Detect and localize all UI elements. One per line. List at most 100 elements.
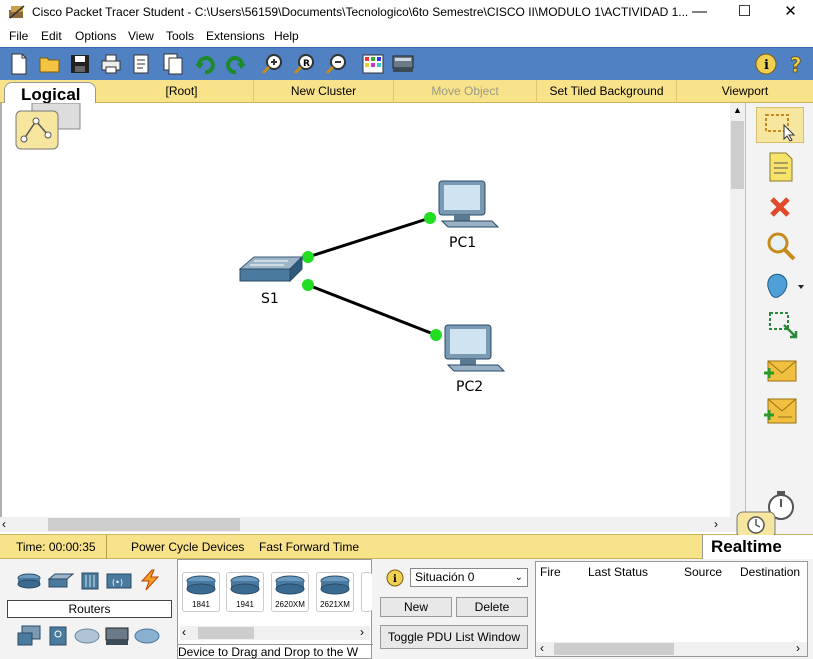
svg-text:?: ? [790, 53, 802, 76]
column-source[interactable]: Source [684, 565, 722, 579]
horizontal-scroll-thumb[interactable] [48, 518, 240, 531]
menu-options[interactable]: Options [75, 29, 116, 43]
zoom-reset-icon[interactable]: R [292, 52, 316, 76]
scenario-info-icon[interactable]: i [386, 569, 404, 587]
link-s1-pc2[interactable] [307, 283, 437, 337]
pdu-scroll-left-arrow[interactable]: ‹ [540, 642, 544, 655]
root-cluster-button[interactable]: [Root] [110, 80, 253, 103]
help-icon[interactable]: ? [785, 52, 809, 76]
zoom-in-icon[interactable] [260, 52, 284, 76]
port-light-s1-pc2 [302, 279, 314, 291]
resize-icon[interactable] [756, 307, 804, 343]
realtime-mode-tab[interactable]: Realtime [702, 535, 813, 559]
hubs-category-icon[interactable] [80, 571, 100, 591]
device-label-s1: S1 [261, 291, 279, 307]
new-icon[interactable] [7, 52, 31, 76]
svg-text:i: i [393, 574, 397, 585]
activity-wizard-icon[interactable] [130, 52, 154, 76]
device-scroll-thumb[interactable] [198, 627, 254, 639]
toggle-pdu-list-button[interactable]: Toggle PDU List Window [380, 625, 528, 649]
device-model-2620xm[interactable]: 2620XM [271, 572, 309, 612]
link-s1-pc1[interactable] [307, 216, 431, 259]
wan-emulation-category-icon[interactable] [74, 627, 100, 645]
device-drag-hint: Device to Drag and Drop to the W [178, 644, 373, 659]
scroll-right-arrow[interactable]: › [714, 517, 729, 532]
scenario-select[interactable]: Situación 0 ⌄ [410, 568, 528, 587]
vertical-scroll-thumb[interactable] [731, 121, 744, 189]
open-icon[interactable] [38, 52, 62, 76]
connections-category-icon[interactable] [138, 569, 162, 591]
pc1-icon[interactable] [438, 180, 500, 228]
close-button[interactable]: ✕ [768, 0, 813, 26]
maximize-button[interactable]: ☐ [722, 0, 767, 26]
device-model-label: 1941 [236, 600, 254, 609]
elapsed-time: Time: 00:00:35 [6, 535, 107, 559]
info-icon[interactable]: i [754, 52, 778, 76]
logical-workspace-icon[interactable] [15, 103, 81, 150]
move-object-button[interactable]: Move Object [393, 80, 536, 103]
copy-icon[interactable] [161, 52, 185, 76]
zoom-out-icon[interactable] [324, 52, 348, 76]
router-icon [275, 575, 305, 595]
custom-made-devices-category-icon[interactable] [104, 625, 130, 647]
device-model-2621xm[interactable]: 2621XM [316, 572, 354, 612]
delete-icon[interactable] [756, 189, 804, 225]
scroll-left-arrow[interactable]: ‹ [2, 517, 17, 532]
security-category-icon[interactable] [48, 625, 68, 647]
power-cycle-devices-button[interactable]: Power Cycle Devices [131, 535, 244, 559]
scenario-panel: i Situación 0 ⌄ New Delete Toggle PDU Li… [376, 563, 531, 657]
pdu-scroll-right-arrow[interactable]: › [796, 642, 800, 655]
canvas-vertical-scrollbar[interactable]: ▲ [730, 103, 745, 517]
inspect-icon[interactable] [756, 229, 804, 265]
device-list-scrollbar[interactable]: ‹ › [180, 626, 370, 640]
custom-device-icon[interactable] [391, 52, 415, 76]
end-devices-category-icon[interactable] [16, 625, 42, 647]
column-destination[interactable]: Destination [740, 565, 800, 579]
add-complex-pdu-icon[interactable] [756, 393, 804, 429]
fast-forward-time-button[interactable]: Fast Forward Time [259, 535, 359, 559]
device-scroll-right-arrow[interactable]: › [360, 626, 364, 639]
pc2-icon[interactable] [444, 324, 506, 372]
viewport-button[interactable]: Viewport [676, 80, 813, 103]
scroll-up-arrow[interactable]: ▲ [730, 103, 745, 118]
wireless-category-icon[interactable]: (•) [106, 571, 132, 591]
port-light-pc2 [430, 329, 442, 341]
column-fire[interactable]: Fire [540, 565, 561, 579]
save-icon[interactable] [68, 52, 92, 76]
new-cluster-button[interactable]: New Cluster [253, 80, 393, 103]
palette-icon[interactable] [361, 52, 385, 76]
switch-s1-icon[interactable] [238, 255, 304, 283]
menu-view[interactable]: View [128, 29, 154, 43]
menu-file[interactable]: File [9, 29, 28, 43]
column-last-status[interactable]: Last Status [588, 565, 648, 579]
minimize-button[interactable]: — [677, 0, 722, 26]
menu-tools[interactable]: Tools [166, 29, 194, 43]
new-scenario-button[interactable]: New [380, 597, 452, 617]
select-icon[interactable] [756, 107, 804, 143]
menu-bar: File Edit Options View Tools Extensions … [0, 26, 813, 46]
menu-extensions[interactable]: Extensions [206, 29, 265, 43]
bottom-panel: (•) Routers 1841 1941 2620XM 2621XM ‹ › … [0, 559, 813, 659]
device-model-partial[interactable] [361, 572, 372, 612]
menu-edit[interactable]: Edit [41, 29, 62, 43]
delete-scenario-button[interactable]: Delete [456, 597, 528, 617]
device-model-1941[interactable]: 1941 [226, 572, 264, 612]
device-scroll-left-arrow[interactable]: ‹ [182, 626, 186, 639]
multiuser-connection-category-icon[interactable] [134, 627, 160, 645]
switches-category-icon[interactable] [48, 573, 74, 589]
undo-icon[interactable] [193, 52, 217, 76]
device-category-panel: (•) Routers [0, 559, 177, 659]
note-icon[interactable] [756, 149, 804, 185]
pdu-table-scrollbar[interactable]: ‹ › [536, 642, 807, 656]
print-icon[interactable] [99, 52, 123, 76]
add-simple-pdu-icon[interactable] [756, 353, 804, 389]
canvas-horizontal-scrollbar[interactable]: ‹ › [0, 517, 745, 532]
routers-category-icon[interactable] [16, 571, 42, 591]
redo-icon[interactable] [224, 52, 248, 76]
pdu-scroll-thumb[interactable] [554, 643, 674, 655]
draw-shape-icon[interactable] [756, 267, 804, 303]
logical-workspace-canvas[interactable]: S1 PC1 PC2 [0, 103, 730, 517]
menu-help[interactable]: Help [274, 29, 299, 43]
set-tiled-background-button[interactable]: Set Tiled Background [536, 80, 676, 103]
device-model-1841[interactable]: 1841 [182, 572, 220, 612]
